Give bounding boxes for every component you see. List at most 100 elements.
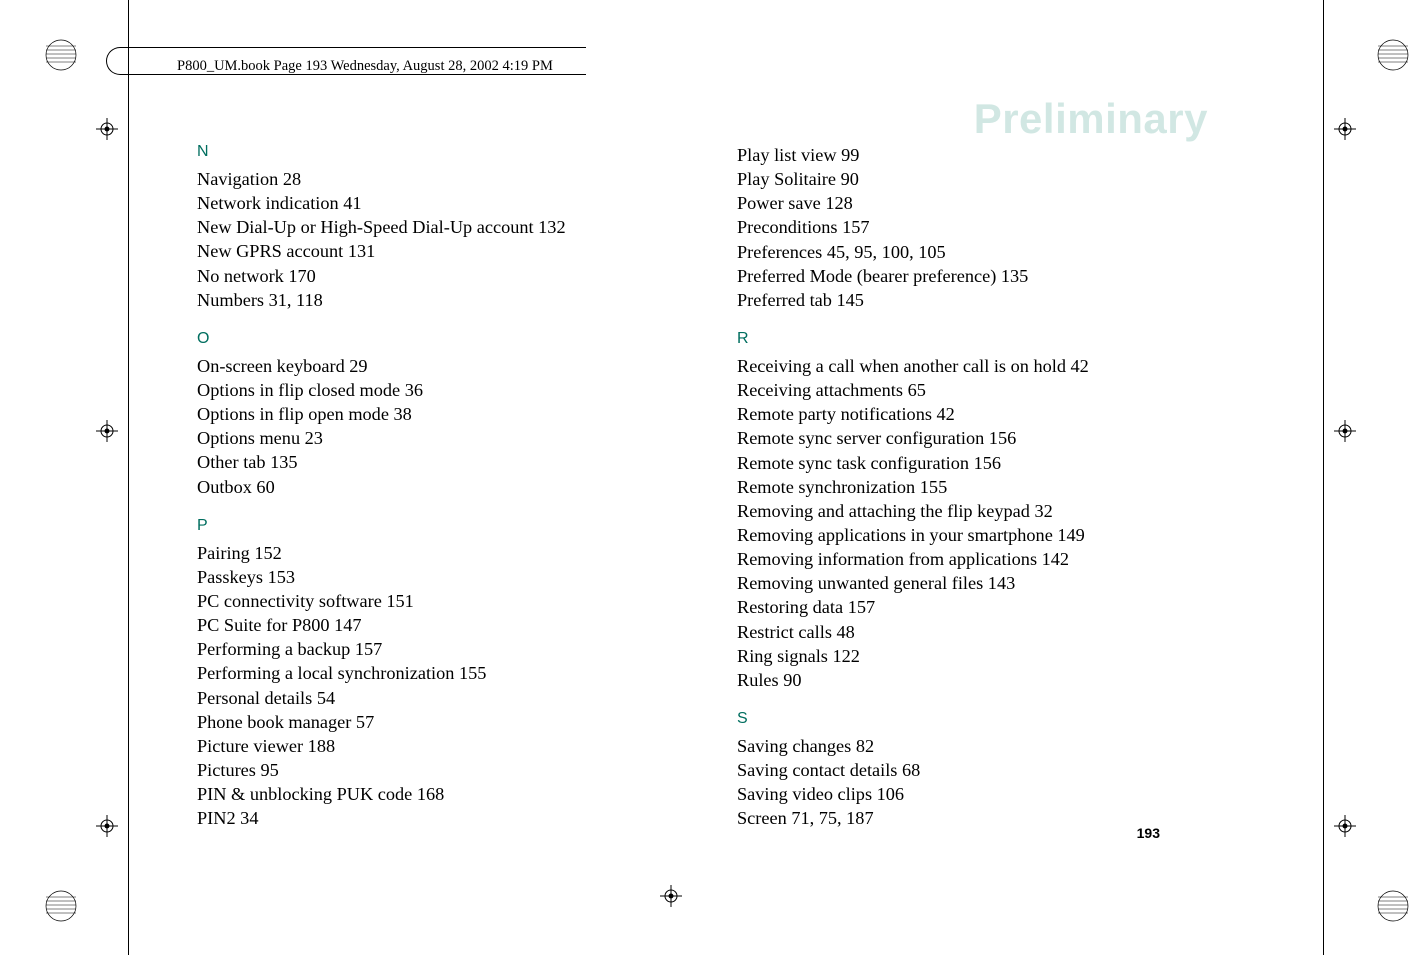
index-entry-text: Receiving attachments [737, 380, 908, 400]
index-entry-text: Screen [737, 808, 791, 828]
index-entry: Play Solitaire 90 [737, 167, 1195, 191]
crosshair-icon [1334, 815, 1356, 837]
index-entry-pages: 31, 118 [269, 290, 323, 310]
index-entry: Remote synchronization 155 [737, 475, 1195, 499]
index-entry: Remote sync task configuration 156 [737, 451, 1195, 475]
index-entry-pages: 106 [877, 784, 904, 804]
index-entry: Personal details 54 [197, 686, 655, 710]
index-entry-pages: 54 [317, 688, 335, 708]
index-entry-pages: 156 [974, 453, 1001, 473]
index-entry: Numbers 31, 118 [197, 288, 655, 312]
index-entry-text: Performing a local synchronization [197, 663, 459, 683]
index-entry: Options in flip closed mode 36 [197, 378, 655, 402]
index-entry-text: Removing and attaching the flip keypad [737, 501, 1035, 521]
index-entry: Passkeys 153 [197, 565, 655, 589]
index-entry-pages: 82 [856, 736, 874, 756]
index-entry: Options menu 23 [197, 426, 655, 450]
index-entry-pages: 155 [459, 663, 486, 683]
crosshair-icon [96, 118, 118, 140]
index-entry-pages: 151 [386, 591, 413, 611]
index-entry-text: Preconditions [737, 217, 842, 237]
index-entry-text: Remote sync server configuration [737, 428, 989, 448]
index-entry-text: Pairing [197, 543, 254, 563]
index-entry: Saving contact details 68 [737, 758, 1195, 782]
page-number: 193 [1137, 825, 1160, 841]
guide-line-vertical-left [128, 0, 129, 955]
index-entry-pages: 32 [1035, 501, 1053, 521]
index-entry-pages: 147 [334, 615, 361, 635]
index-entry-text: Options in flip closed mode [197, 380, 405, 400]
index-entry: Preferences 45, 95, 100, 105 [737, 240, 1195, 264]
index-entry: Saving video clips 106 [737, 782, 1195, 806]
index-entry-pages: 90 [783, 670, 801, 690]
index-entry: Play list view 99 [737, 143, 1195, 167]
index-entry-pages: 42 [937, 404, 955, 424]
index-entry: Screen 71, 75, 187 [737, 806, 1195, 830]
index-entry-pages: 90 [841, 169, 859, 189]
index-entry-text: Pictures [197, 760, 260, 780]
index-entry: Receiving a call when another call is on… [737, 354, 1195, 378]
index-entry-text: Phone book manager [197, 712, 356, 732]
index-entry-pages: 156 [989, 428, 1016, 448]
index-entry-text: On-screen keyboard [197, 356, 349, 376]
index-entry-pages: 153 [268, 567, 295, 587]
register-mark-icon [1376, 38, 1410, 72]
index-entry: Remote sync server configuration 156 [737, 426, 1195, 450]
index-entry-text: Receiving a call when another call is on… [737, 356, 1071, 376]
index-entry-pages: 188 [308, 736, 335, 756]
register-mark-icon [1376, 889, 1410, 923]
index-entry-text: Remote synchronization [737, 477, 920, 497]
index-entry-pages: 157 [842, 217, 869, 237]
crosshair-icon [1334, 118, 1356, 140]
index-entry-text: Passkeys [197, 567, 268, 587]
index-entry-pages: 122 [832, 646, 859, 666]
index-section-letter: P [197, 517, 655, 535]
index-entry: On-screen keyboard 29 [197, 354, 655, 378]
index-entry-text: Options menu [197, 428, 305, 448]
index-entry: Preferred tab 145 [737, 288, 1195, 312]
index-section-letter: O [197, 330, 655, 348]
index-entry: Removing applications in your smartphone… [737, 523, 1195, 547]
index-entry-text: Ring signals [737, 646, 832, 666]
index-entry: Ring signals 122 [737, 644, 1195, 668]
index-entry-pages: 157 [848, 597, 875, 617]
index-section-letter: N [197, 143, 655, 161]
index-entry: Rules 90 [737, 668, 1195, 692]
index-entry-pages: 23 [305, 428, 323, 448]
index-entry: Restoring data 157 [737, 595, 1195, 619]
index-entry-pages: 29 [349, 356, 367, 376]
index-entry-pages: 57 [356, 712, 374, 732]
index-entry-text: New Dial-Up or High-Speed Dial-Up accoun… [197, 217, 538, 237]
index-entry-text: Play list view [737, 145, 841, 165]
index-entry-text: Remote sync task configuration [737, 453, 974, 473]
index-entry-text: Outbox [197, 477, 256, 497]
index-entry-text: PC connectivity software [197, 591, 386, 611]
index-entry: Navigation 28 [197, 167, 655, 191]
index-entry: Performing a backup 157 [197, 637, 655, 661]
index-entry: PIN & unblocking PUK code 168 [197, 782, 655, 806]
index-entry-pages: 152 [254, 543, 281, 563]
index-content: NNavigation 28Network indication 41New D… [197, 115, 1197, 831]
index-entry-pages: 65 [908, 380, 926, 400]
index-entry-pages: 99 [841, 145, 859, 165]
index-entry-pages: 41 [343, 193, 361, 213]
index-entry-pages: 135 [1001, 266, 1028, 286]
index-entry-text: No network [197, 266, 288, 286]
index-entry-pages: 149 [1057, 525, 1084, 545]
crosshair-icon [1334, 420, 1356, 442]
index-entry-pages: 34 [240, 808, 258, 828]
index-entry-text: Removing unwanted general files [737, 573, 988, 593]
index-entry: PC Suite for P800 147 [197, 613, 655, 637]
index-entry: Pictures 95 [197, 758, 655, 782]
index-entry-pages: 95 [260, 760, 278, 780]
index-entry: Removing unwanted general files 143 [737, 571, 1195, 595]
index-entry-text: Saving contact details [737, 760, 902, 780]
index-entry-text: Saving video clips [737, 784, 877, 804]
index-entry-text: Picture viewer [197, 736, 308, 756]
index-entry-text: Removing information from applications [737, 549, 1042, 569]
index-entry-text: Personal details [197, 688, 317, 708]
index-entry: Preferred Mode (bearer preference) 135 [737, 264, 1195, 288]
index-entry-pages: 128 [825, 193, 852, 213]
index-entry: Pairing 152 [197, 541, 655, 565]
index-entry: New GPRS account 131 [197, 239, 655, 263]
